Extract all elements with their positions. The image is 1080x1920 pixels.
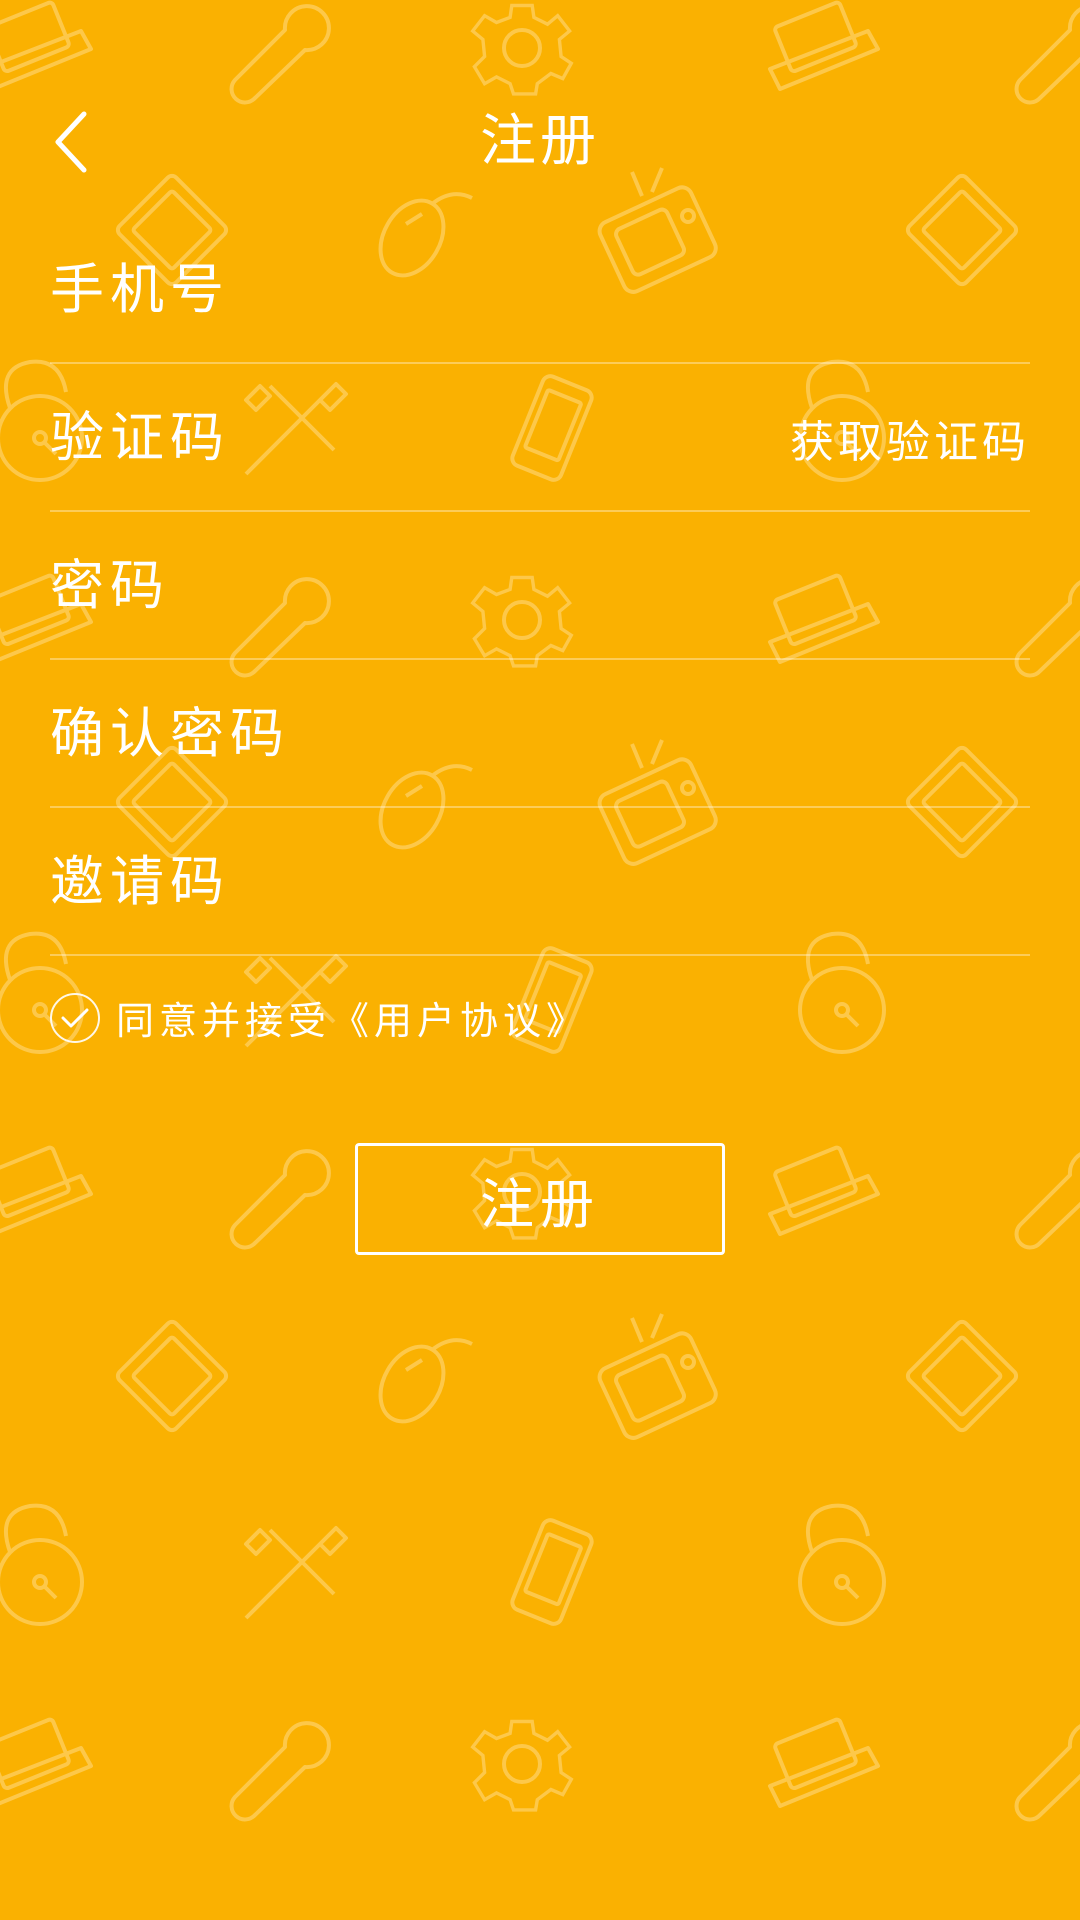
password-input[interactable] [50,553,750,617]
confirm-password-input[interactable] [50,701,750,765]
register-button[interactable]: 注册 [355,1143,725,1255]
invite-code-field-row [50,808,1030,956]
agreement-checkbox[interactable] [50,992,100,1043]
agreement-toggle[interactable]: 同意并接受《用户协议》 [50,990,589,1045]
verification-code-field-row: 获取验证码 [50,364,1030,512]
checkmark-icon [61,1008,89,1027]
phone-input[interactable] [50,257,750,321]
agreement-text[interactable]: 同意并接受《用户协议》 [116,990,589,1045]
password-field-row [50,512,1030,660]
register-form: 获取验证码 [50,216,1030,956]
phone-field-row [50,216,1030,364]
verification-code-input[interactable] [50,405,750,469]
register-screen: 注册 获取验证码 同意并接受《用户协议》 注册 [0,0,1080,1920]
confirm-password-field-row [50,660,1030,808]
get-code-button[interactable]: 获取验证码 [790,364,1030,512]
invite-code-input[interactable] [50,849,750,913]
page-title: 注册 [480,109,600,174]
